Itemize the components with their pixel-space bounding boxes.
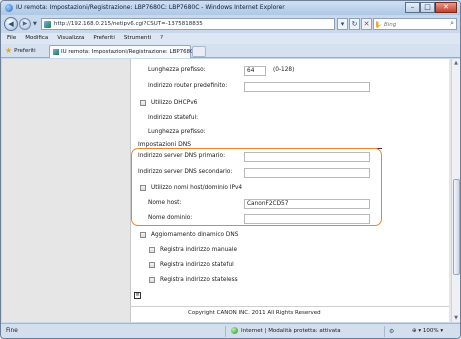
history-dropdown-icon[interactable]: ▼: [33, 21, 37, 27]
new-tab-button[interactable]: [192, 46, 206, 57]
menu-favorites[interactable]: Preferiti: [93, 33, 115, 44]
vertical-scrollbar[interactable]: ▲ ▼: [451, 59, 460, 322]
use-hostname-ipv4-checkbox[interactable]: [140, 185, 146, 191]
footer-divider: [130, 306, 449, 307]
status-separator: [225, 326, 226, 337]
forward-button[interactable]: ▶: [19, 18, 31, 30]
use-dhcpv6-label: Utilizzo DHCPv6: [151, 100, 198, 106]
tab-label: IU remota: Impostazioni/Registrazione: L…: [61, 49, 203, 55]
tab-favicon-icon: [53, 49, 59, 55]
window-controls: – □ ✕: [405, 2, 457, 14]
prefix-length-field[interactable]: 64: [244, 66, 266, 76]
stop-button[interactable]: ✕: [361, 18, 372, 30]
dynamic-dns-checkbox[interactable]: [140, 232, 146, 238]
title-bar: IU remota: Impostazioni/Registrazione: L…: [1, 1, 460, 15]
star-icon: ★: [5, 46, 13, 55]
default-router-label: Indirizzo router predefinito:: [148, 83, 228, 89]
maximize-button[interactable]: □: [420, 2, 435, 13]
status-text: Fine: [6, 328, 18, 334]
dns-primary-label: Indirizzo server DNS primario:: [138, 153, 226, 159]
dns-section-title: Impostazioni DNS: [138, 141, 192, 148]
settings-panel: Lunghezza prefisso: 64 (0-128) Indirizzo…: [130, 59, 449, 322]
bing-icon: [376, 21, 382, 28]
compatibility-dropdown-icon[interactable]: ▾: [337, 18, 348, 30]
back-to-top-button[interactable]: ≡: [134, 292, 141, 299]
security-settings-icon[interactable]: ⚙: [389, 328, 394, 335]
minimize-button[interactable]: –: [405, 2, 420, 13]
domain-name-label: Nome dominio:: [148, 215, 193, 221]
internet-zone-icon: [231, 327, 238, 334]
security-zone-text[interactable]: Internet | Modalità protetta: attivata: [241, 328, 341, 334]
register-stateful-label: Registra indirizzo stateful: [160, 262, 234, 268]
menu-view[interactable]: Visualizza: [57, 33, 84, 44]
refresh-button[interactable]: ↻: [349, 18, 360, 30]
default-router-field[interactable]: [244, 82, 370, 92]
address-bar[interactable]: http://192.168.0.215/netipv6.cgi?CSUT=-1…: [41, 18, 335, 30]
url-text[interactable]: http://192.168.0.215/netipv6.cgi?CSUT=-1…: [54, 21, 203, 27]
register-manual-checkbox[interactable]: [149, 247, 155, 253]
domain-name-field[interactable]: [244, 214, 370, 224]
register-stateless-checkbox[interactable]: [149, 277, 155, 283]
close-window-button[interactable]: ✕: [435, 2, 457, 13]
ie-logo-icon: [5, 4, 13, 12]
search-icon[interactable]: ⌕: [450, 19, 454, 28]
section-divider: [138, 148, 382, 149]
dns-primary-field[interactable]: [244, 152, 370, 162]
register-stateless-label: Registra indirizzo stateless: [160, 277, 238, 283]
favorites-button[interactable]: ★ Preferiti: [5, 46, 36, 56]
copyright-text: Copyright CANON INC. 2011 All Rights Res…: [188, 310, 321, 316]
search-box[interactable]: ⌕: [373, 18, 457, 30]
scroll-up-icon[interactable]: ▲: [452, 59, 460, 67]
scroll-down-icon[interactable]: ▼: [452, 314, 460, 322]
zoom-value: 100%: [422, 328, 439, 334]
prefix-length-label: Lunghezza prefisso:: [148, 67, 206, 73]
menu-bar: File Modifica Visualizza Preferiti Strum…: [1, 33, 460, 44]
zoom-icon: ⊕ ▾: [412, 328, 423, 334]
use-dhcpv6-checkbox[interactable]: [140, 100, 146, 106]
zoom-level[interactable]: ⊕ ▾ 100% ▾: [412, 328, 443, 334]
menu-tools[interactable]: Strumenti: [124, 33, 151, 44]
dns-secondary-label: Indirizzo server DNS secondario:: [138, 169, 233, 175]
back-button[interactable]: ◀: [4, 17, 18, 31]
host-name-label: Nome host:: [148, 200, 182, 206]
tab-bar: ★ Preferiti IU remota: Impostazioni/Regi…: [1, 44, 460, 58]
menu-help[interactable]: ?: [160, 33, 163, 44]
host-name-field[interactable]: CanonF2CD57: [244, 199, 370, 209]
browser-window: IU remota: Impostazioni/Registrazione: L…: [0, 0, 461, 339]
navigation-bar: ◀ ▶ ▼ http://192.168.0.215/netipv6.cgi?C…: [1, 15, 460, 33]
scrollbar-thumb[interactable]: [453, 179, 460, 275]
register-stateful-checkbox[interactable]: [149, 262, 155, 268]
favorites-label: Preferiti: [14, 48, 36, 54]
menu-file[interactable]: File: [7, 33, 16, 44]
prefix-length-2-label: Lunghezza prefisso:: [148, 129, 206, 135]
status-separator-2: [384, 326, 385, 337]
use-hostname-ipv4-label: Utilizzo nomi host/dominio IPv4: [151, 185, 243, 191]
stateful-address-label: Indirizzo stateful:: [148, 115, 199, 121]
dns-secondary-field[interactable]: [244, 168, 370, 178]
tab-remote-ui[interactable]: IU remota: Impostazioni/Registrazione: L…: [49, 45, 203, 58]
address-actions: ▾ ↻ ✕: [337, 18, 372, 30]
page-viewport: Lunghezza prefisso: 64 (0-128) Indirizzo…: [2, 59, 451, 322]
prefix-length-hint: (0-128): [273, 67, 295, 73]
status-bar: Fine Internet | Modalità protetta: attiv…: [1, 323, 460, 338]
menu-edit[interactable]: Modifica: [25, 33, 48, 44]
window-title: IU remota: Impostazioni/Registrazione: L…: [16, 4, 285, 11]
search-input[interactable]: [384, 20, 444, 29]
dynamic-dns-label: Aggiornamento dinamico DNS: [151, 232, 239, 238]
page-favicon-icon: [44, 21, 51, 28]
register-manual-label: Registra indirizzo manuale: [160, 247, 238, 253]
